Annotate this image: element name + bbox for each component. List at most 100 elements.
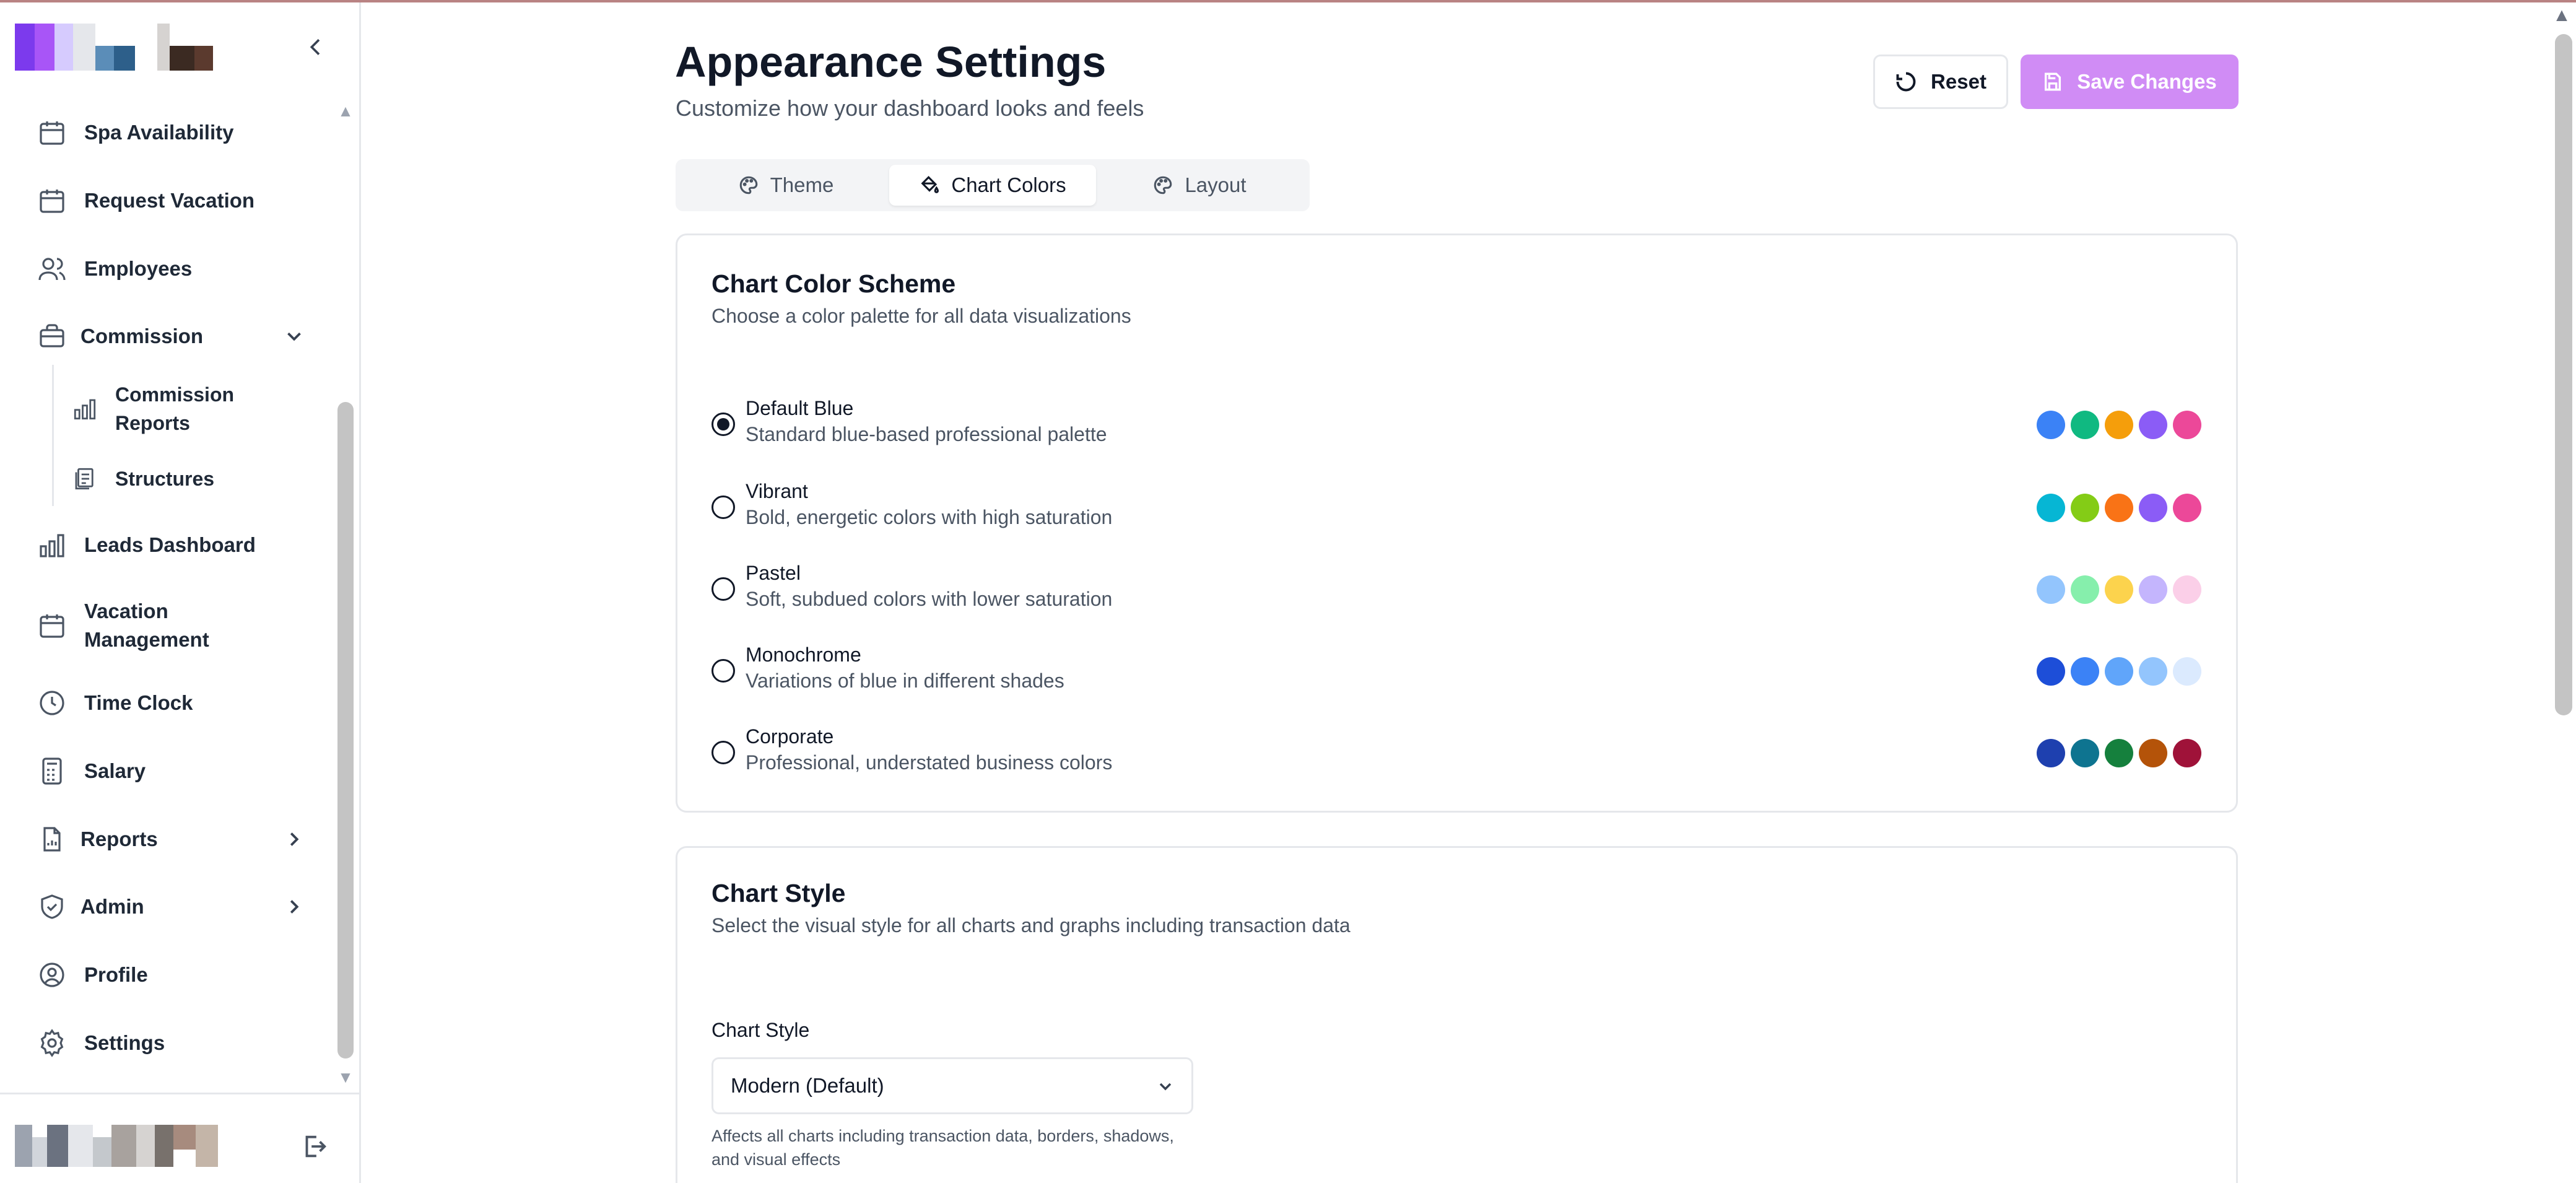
radio-button[interactable] [711, 741, 735, 764]
sidebar-item-label: Commission [80, 325, 204, 347]
users-icon [33, 250, 71, 287]
palette-icon [739, 176, 757, 194]
color-scheme-option-default-blue[interactable]: Default Blue Standard blue-based profess… [711, 395, 2204, 451]
color-swatch [2037, 411, 2065, 439]
color-swatch [2105, 494, 2133, 522]
sidebar-item-leads-dashboard[interactable]: Leads Dashboard [33, 523, 306, 567]
radio-button[interactable] [711, 659, 735, 683]
color-scheme-option-corporate[interactable]: Corporate Professional, understated busi… [711, 723, 2204, 779]
color-swatch [2173, 657, 2201, 686]
card-description: Select the visual style for all charts a… [711, 914, 1351, 936]
label-line-2: Reports [115, 412, 190, 434]
sidebar-item-request-vacation[interactable]: Request Vacation [33, 179, 306, 222]
option-description: Bold, energetic colors with high saturat… [746, 506, 1113, 528]
sidebar-subitem-commission-reports[interactable]: Commission Reports [68, 380, 303, 437]
save-changes-button[interactable]: Save Changes [2021, 55, 2239, 109]
card-title: Chart Style [711, 879, 846, 907]
sidebar-scroll-down-arrow[interactable]: ▼ [336, 1068, 355, 1086]
sidebar-item-settings[interactable]: Settings [33, 1021, 306, 1065]
calendar-icon [33, 114, 71, 151]
tab-layout[interactable]: Layout [1097, 165, 1302, 206]
sidebar-item-vacation-management[interactable]: Vacation Management [33, 597, 306, 654]
gear-icon [33, 1024, 71, 1062]
paint-bucket-icon [921, 176, 939, 193]
bar-chart-icon [68, 392, 102, 426]
page-scrollbar-thumb[interactable] [2555, 34, 2572, 715]
chevron-left-icon [310, 39, 320, 55]
save-label: Save Changes [2077, 70, 2217, 93]
color-swatch [2037, 575, 2065, 604]
radio-button[interactable] [711, 577, 735, 601]
rotate-ccw-icon [1896, 72, 1916, 92]
option-name: Pastel [746, 562, 801, 584]
page-subtitle: Customize how your dashboard looks and f… [676, 95, 1144, 121]
chart-style-card: Chart Style Select the visual style for … [676, 846, 2238, 1183]
color-swatch [2105, 739, 2133, 767]
color-swatch [2173, 411, 2201, 439]
sidebar-item-profile[interactable]: Profile [33, 953, 306, 997]
sidebar-subitem-label: Structures [115, 468, 215, 490]
company-logo[interactable] [15, 24, 219, 71]
logout-button[interactable] [300, 1132, 331, 1163]
color-swatch [2105, 575, 2133, 604]
radio-button[interactable] [711, 413, 735, 436]
chart-style-help-text: Affects all charts including transaction… [711, 1127, 1174, 1169]
user-avatar-block[interactable] [15, 1125, 232, 1167]
tab-theme[interactable]: Theme [683, 165, 889, 206]
sidebar-item-admin[interactable]: Admin [33, 885, 306, 928]
chevron-right-icon [282, 895, 306, 919]
reset-label: Reset [1931, 70, 1986, 93]
color-swatch [2139, 494, 2167, 522]
color-swatch [2173, 739, 2201, 767]
color-swatch [2071, 739, 2099, 767]
chart-style-select[interactable]: Modern (Default) [711, 1057, 1193, 1114]
tab-label: Layout [1185, 173, 1247, 196]
option-description: Soft, subdued colors with lower saturati… [746, 588, 1113, 610]
collapse-sidebar-button[interactable] [302, 31, 329, 63]
palette-swatches [2037, 411, 2204, 439]
color-scheme-option-pastel[interactable]: Pastel Soft, subdued colors with lower s… [711, 560, 2204, 616]
sidebar: ▲ ▼ Spa Availability Request Vacation Em… [0, 2, 361, 1183]
sidebar-item-time-clock[interactable]: Time Clock [33, 681, 306, 725]
card-description: Choose a color palette for all data visu… [711, 305, 1131, 327]
option-description: Standard blue-based professional palette [746, 423, 1107, 445]
bar-chart-icon [33, 526, 71, 564]
sidebar-scrollbar-thumb[interactable] [337, 402, 354, 1059]
sidebar-item-label: Salary [84, 759, 146, 782]
tab-label: Theme [770, 173, 834, 196]
color-scheme-option-vibrant[interactable]: Vibrant Bold, energetic colors with high… [711, 478, 2204, 534]
calendar-icon [33, 182, 71, 219]
color-swatch [2139, 411, 2167, 439]
sidebar-item-reports[interactable]: Reports [33, 818, 306, 861]
sidebar-item-spa-availability[interactable]: Spa Availability [33, 111, 306, 154]
label-line-1: Vacation [84, 600, 168, 622]
sidebar-item-label: Time Clock [84, 691, 193, 714]
window-top-border [0, 0, 2576, 2]
logout-icon [305, 1135, 326, 1158]
sidebar-item-label: Admin [80, 895, 144, 918]
sidebar-item-label: Settings [84, 1031, 165, 1054]
page-scroll-up-arrow[interactable]: ▲ [2551, 5, 2572, 26]
sidebar-item-label: Profile [84, 963, 148, 986]
sidebar-item-employees[interactable]: Employees [33, 247, 306, 290]
palette-swatches [2037, 739, 2204, 767]
color-scheme-option-monochrome[interactable]: Monochrome Variations of blue in differe… [711, 642, 2204, 697]
sidebar-item-label: Request Vacation [84, 189, 255, 212]
sidebar-scroll-up-arrow[interactable]: ▲ [336, 102, 355, 120]
palette-swatches [2037, 494, 2204, 522]
sidebar-item-commission[interactable]: Commission [33, 315, 306, 358]
option-description: Professional, understated business color… [746, 751, 1113, 774]
sidebar-item-salary[interactable]: Salary [33, 749, 306, 793]
radio-button[interactable] [711, 495, 735, 519]
tab-chart-colors[interactable]: Chart Colors [889, 165, 1096, 206]
sidebar-item-label: Reports [80, 827, 158, 850]
option-name: Default Blue [746, 397, 854, 419]
reset-button[interactable]: Reset [1873, 55, 2008, 109]
color-swatch [2037, 494, 2065, 522]
document-stack-icon [68, 462, 102, 495]
color-swatch [2139, 657, 2167, 686]
palette-icon [1154, 176, 1172, 194]
option-name: Vibrant [746, 480, 808, 502]
sidebar-subitem-structures[interactable]: Structures [68, 462, 303, 495]
calendar-icon [33, 607, 71, 644]
